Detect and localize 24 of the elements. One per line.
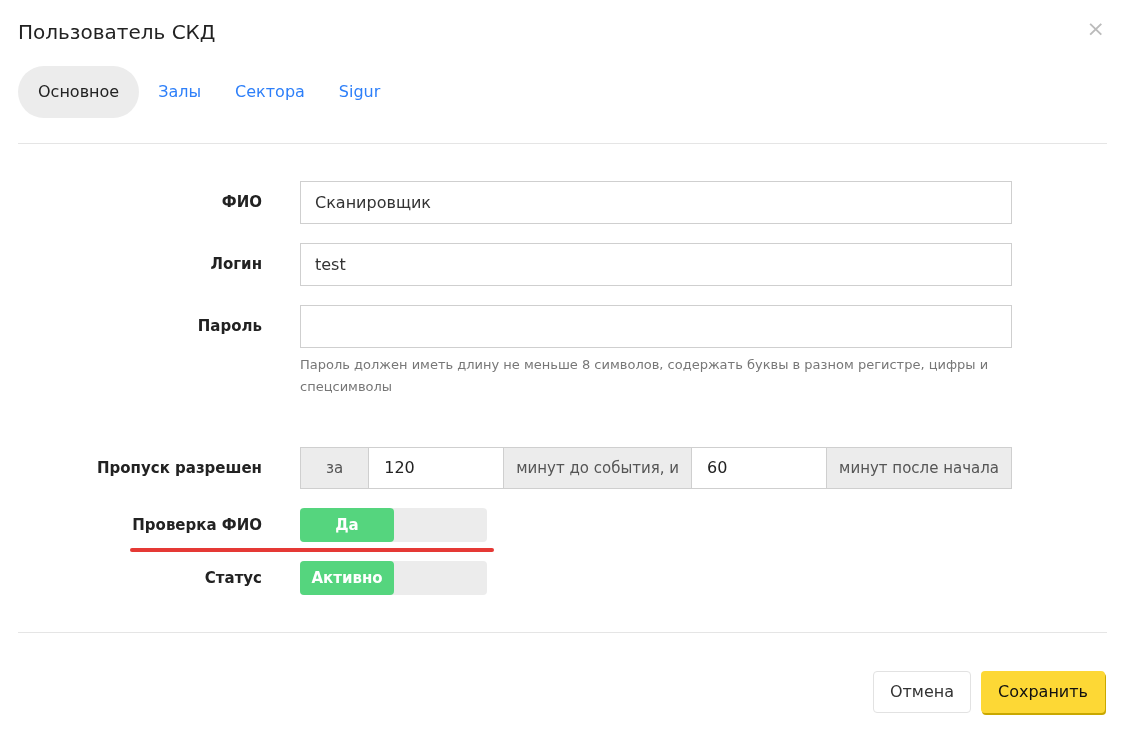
save-button[interactable]: Сохранить [981,671,1105,713]
input-field[interactable]: 120 [368,448,505,488]
field-label: Логин [209,254,262,275]
field-label: Пропуск разрешен [96,457,262,479]
tab[interactable]: Основное [18,66,140,118]
cancel-button[interactable]: Отмена [872,671,971,713]
input-field[interactable]: Сканировщик [300,181,1012,224]
input-addon: за [301,448,369,488]
input-field[interactable]: 60 [691,448,828,488]
tab[interactable]: Sigur [323,66,396,118]
hint-text: Пароль должен иметь длину не меньше 8 символов, содержать буквы в разном регистре, цифры и спецсимволы [300,356,990,396]
field-label: ФИО [220,192,262,213]
toggle-state: Да [300,508,394,542]
field-label: Проверка ФИО [131,514,262,536]
input-field[interactable] [300,305,1012,348]
input-field[interactable]: test [300,243,1012,286]
tab[interactable]: Залы [143,66,217,118]
input-addon: минут до события, и [504,448,692,488]
input-addon: минут после начала [827,448,1011,488]
dialog-title: Пользователь СКД [18,19,216,46]
tab[interactable]: Сектора [220,66,320,118]
toggle-state: Активно [300,561,394,595]
field-label: Статус [203,567,262,589]
field-label: Пароль [196,316,262,337]
